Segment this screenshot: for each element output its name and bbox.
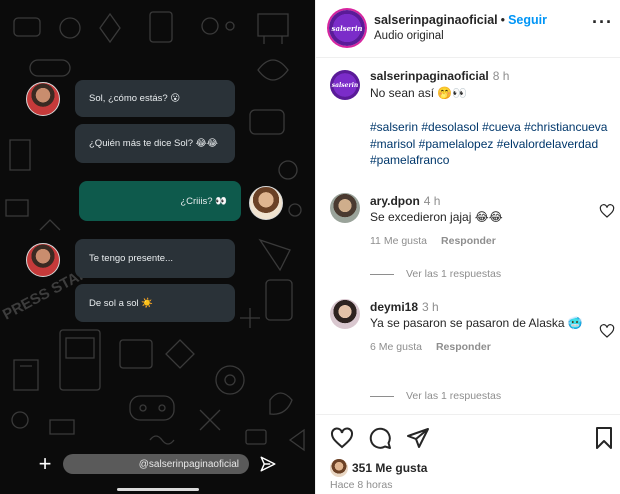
post-panel: salserin salserinpaginaoficial • Seguir Au… (315, 0, 620, 494)
follow-button[interactable]: Seguir (508, 13, 547, 27)
caption-time: 8 h (492, 69, 510, 83)
chat-message-text: ¿Quién más te dice Sol? 😂😂 (89, 138, 218, 149)
chat-bubble-incoming: Te tengo presente... (75, 239, 235, 278)
chat-bubble-incoming: Sol, ¿cómo estás? 😮 (75, 80, 235, 117)
home-indicator (117, 488, 199, 491)
reel-video[interactable]: PRESS START Sol, ¿cómo estás? 😮 ¿Quién m… (0, 0, 315, 494)
view-replies-text: Ver las 1 respuestas (406, 268, 502, 280)
comment-text: Ya se pasaron se pasaron de Alaska 🥶 (370, 316, 583, 330)
view-replies-link[interactable]: Ver las 1 respuestas (370, 390, 501, 402)
sender-avatar (26, 243, 60, 277)
post-caption: salserin salserinpaginaoficial 8 h No sea… (330, 68, 615, 169)
chat-message-text: De sol a sol ☀️ (89, 297, 154, 309)
comment-icon[interactable] (368, 426, 392, 450)
message-composer: + @salserinpaginaoficial (31, 447, 303, 481)
comment-item: ary.dpon 4 h Se excedieron jajaj 😂😂 11 Me… (330, 193, 615, 249)
header-username[interactable]: salserinpaginaoficial (374, 13, 498, 27)
separator-dot: • (500, 13, 506, 27)
like-heart-icon[interactable] (330, 426, 354, 450)
post-actions (330, 426, 615, 450)
post-header: salserin salserinpaginaoficial • Seguir Au… (316, 0, 620, 58)
composer-handle: @salserinpaginaoficial (138, 458, 239, 470)
heart-icon[interactable] (599, 203, 615, 219)
comment-time: 4 h (423, 194, 441, 208)
like-count-text: 351 Me gusta (352, 461, 428, 475)
comment-likes[interactable]: 6 Me gusta (370, 341, 422, 353)
audio-link[interactable]: Audio original (374, 30, 444, 42)
recipient-avatar (249, 186, 283, 220)
comment-avatar[interactable] (330, 299, 360, 329)
comment-username[interactable]: deymi18 (370, 300, 418, 314)
chat-message-text: Sol, ¿cómo estás? 😮 (89, 93, 181, 104)
composer-input[interactable]: @salserinpaginaoficial (63, 454, 249, 474)
avatar-logo-text: salserin (331, 23, 363, 33)
caption-hashtags[interactable]: #salserin #desolasol #cueva #christiancu… (370, 119, 615, 169)
comment-avatar[interactable] (330, 193, 360, 223)
avatar-logo-text: salserin (331, 81, 359, 89)
sender-avatar (26, 82, 60, 116)
comment-username[interactable]: ary.dpon (370, 194, 420, 208)
send-icon[interactable] (259, 455, 277, 473)
like-count[interactable]: 351 Me gusta (330, 459, 427, 477)
post-timestamp: Hace 8 horas (330, 479, 393, 491)
comment-text: Se excedieron jajaj 😂😂 (370, 210, 503, 224)
bookmark-icon[interactable] (594, 426, 614, 450)
comment-time: 3 h (422, 300, 439, 314)
reply-button[interactable]: Responder (441, 235, 496, 247)
chat-message-text: ¿Criiis? 👀 (180, 195, 227, 207)
profile-avatar[interactable]: salserin (329, 10, 365, 46)
more-horizontal-icon[interactable]: ··· (592, 12, 613, 33)
view-replies-text: Ver las 1 respuestas (406, 390, 502, 402)
comment-item: deymi18 3 h Ya se pasaron se pasaron de A… (330, 299, 615, 355)
plus-icon[interactable]: + (31, 453, 59, 475)
view-replies-link[interactable]: Ver las 1 respuestas (370, 268, 501, 280)
caption-text: No sean así 🤭👀 (370, 85, 468, 100)
liker-avatar (330, 459, 348, 477)
comment-likes[interactable]: 11 Me gusta (370, 235, 427, 247)
chat-bubble-incoming: ¿Quién más te dice Sol? 😂😂 (75, 124, 235, 163)
chat-bubble-outgoing: ¿Criiis? 👀 (79, 181, 241, 221)
reply-button[interactable]: Responder (436, 341, 491, 353)
share-icon[interactable] (406, 426, 430, 450)
chat-message-text: Te tengo presente... (89, 253, 173, 264)
chat-bubble-incoming: De sol a sol ☀️ (75, 284, 235, 322)
caption-username[interactable]: salserinpaginaoficial (370, 69, 489, 83)
caption-avatar[interactable]: salserin (330, 70, 360, 100)
divider (316, 414, 620, 415)
heart-icon[interactable] (599, 323, 615, 339)
